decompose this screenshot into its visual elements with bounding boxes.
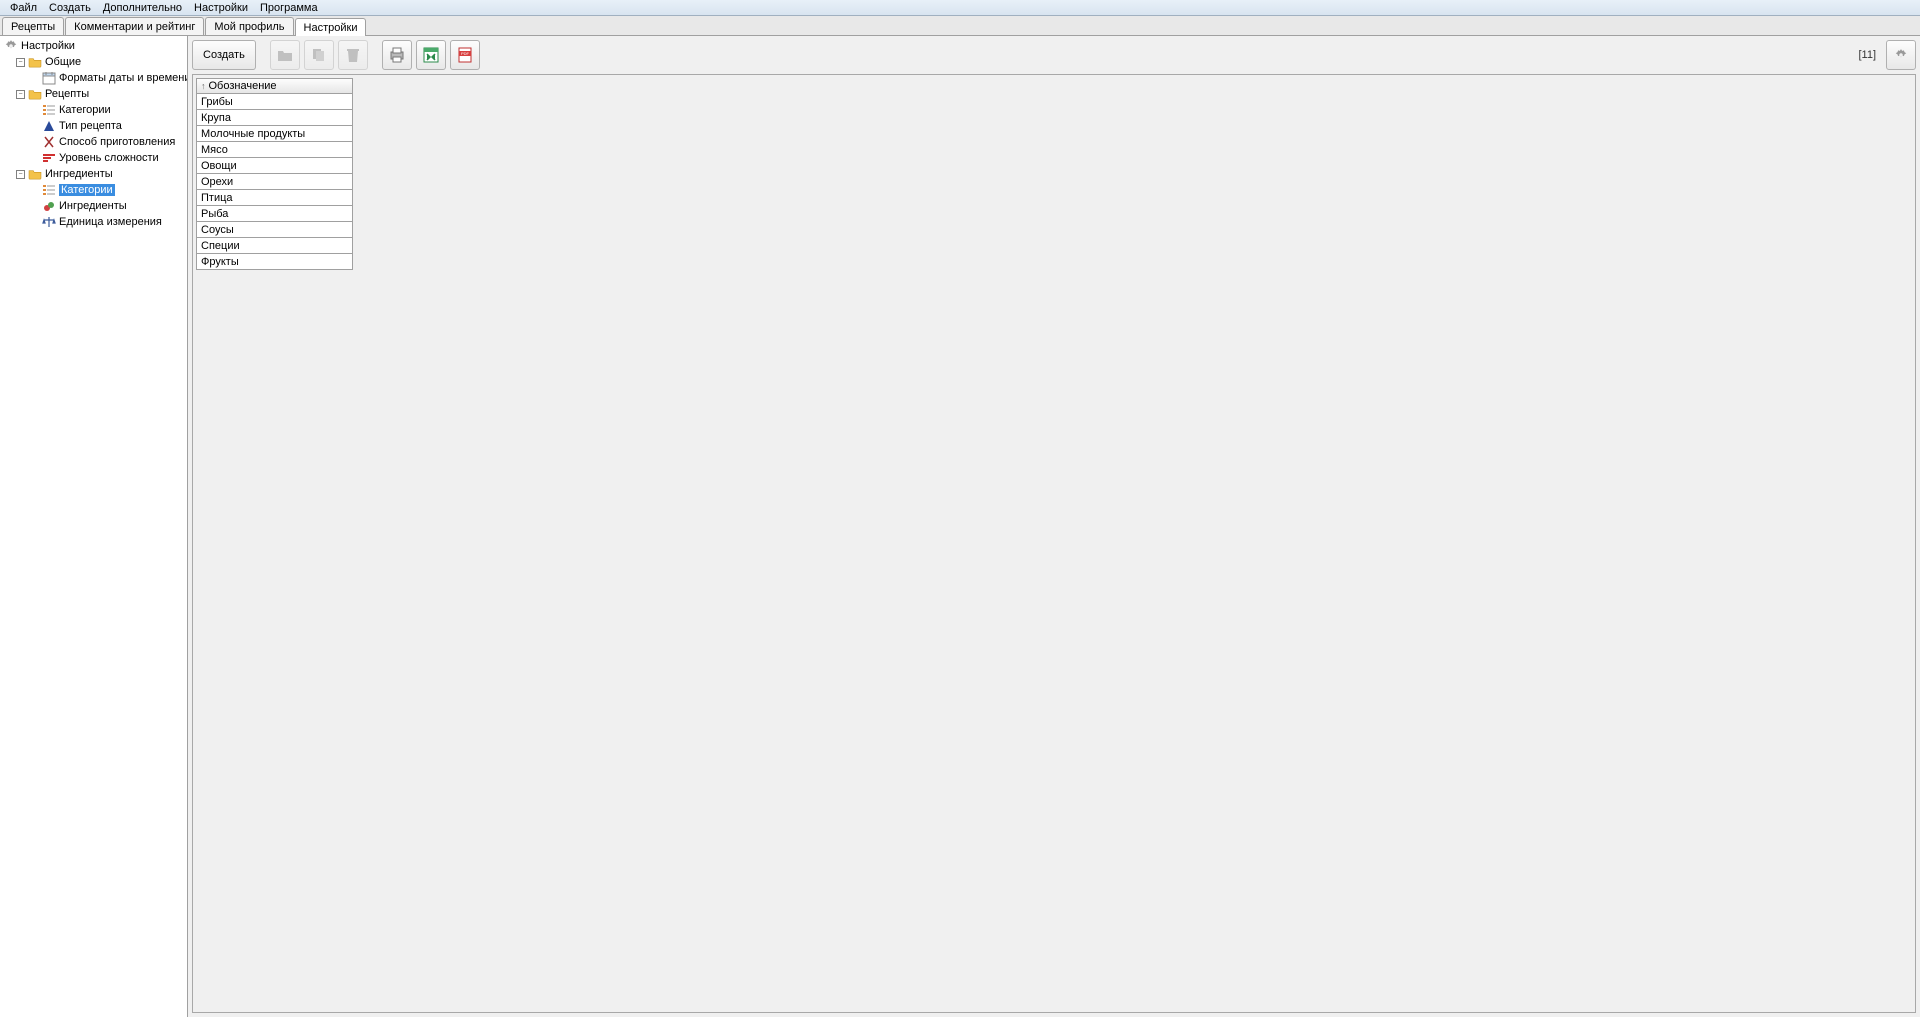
tree-general-date-label: Форматы даты и времени <box>59 72 188 84</box>
calendar-icon <box>42 71 56 85</box>
tree-recipes[interactable]: − Рецепты <box>2 86 185 102</box>
pdf-icon: PDF <box>456 46 474 64</box>
tree-recipes-categories-label: Категории <box>59 104 111 116</box>
toolbar: Создать PDF [11] <box>192 40 1916 70</box>
scale-icon <box>42 215 56 229</box>
tabbar: Рецепты Комментарии и рейтинг Мой профил… <box>0 16 1920 36</box>
menu-create[interactable]: Создать <box>43 2 97 14</box>
trash-icon <box>344 46 362 64</box>
print-button[interactable] <box>382 40 412 70</box>
menu-settings[interactable]: Настройки <box>188 2 254 14</box>
menu-program[interactable]: Программа <box>254 2 324 14</box>
content-panel: ↑ Обозначение Грибы Крупа Молочные проду… <box>192 74 1916 1013</box>
menu-file[interactable]: Файл <box>4 2 43 14</box>
tab-comments[interactable]: Комментарии и рейтинг <box>65 17 204 35</box>
column-header-label: Обозначение <box>209 80 277 92</box>
collapse-icon[interactable]: − <box>16 58 25 67</box>
tree-recipes-label: Рецепты <box>45 88 89 100</box>
table-row[interactable]: Мясо <box>196 142 353 158</box>
tree-recipes-type-label: Тип рецепта <box>59 120 122 132</box>
tree-root-label: Настройки <box>21 40 75 52</box>
table-row[interactable]: Молочные продукты <box>196 126 353 142</box>
tree-ingredients-list[interactable]: Ингредиенты <box>2 198 185 214</box>
tree-recipes-level-label: Уровень сложности <box>59 152 159 164</box>
list-icon <box>42 103 56 117</box>
open-button[interactable] <box>270 40 300 70</box>
ingredients-icon <box>42 199 56 213</box>
copy-button[interactable] <box>304 40 334 70</box>
table-row[interactable]: Соусы <box>196 222 353 238</box>
gear-icon <box>1894 48 1908 62</box>
tree-ingredients-unit-label: Единица измерения <box>59 216 162 228</box>
tree-recipes-method-label: Способ приготовления <box>59 136 175 148</box>
folder-open-icon <box>276 46 294 64</box>
settings-button[interactable] <box>1886 40 1916 70</box>
export-excel-button[interactable] <box>416 40 446 70</box>
tree-ingredients-categories[interactable]: Категории <box>2 182 185 198</box>
table-row[interactable]: Орехи <box>196 174 353 190</box>
collapse-icon[interactable]: − <box>16 90 25 99</box>
tree-general-date[interactable]: Форматы даты и времени <box>2 70 185 86</box>
tree-ingredients[interactable]: − Ингредиенты <box>2 166 185 182</box>
menu-additional[interactable]: Дополнительно <box>97 2 188 14</box>
collapse-icon[interactable]: − <box>16 170 25 179</box>
tree-recipes-method[interactable]: Способ приготовления <box>2 134 185 150</box>
tree-ingredients-categories-label: Категории <box>59 184 115 196</box>
tree-root[interactable]: Настройки <box>2 38 185 54</box>
copy-icon <box>310 46 328 64</box>
tab-recipes[interactable]: Рецепты <box>2 17 64 35</box>
tree-general[interactable]: − Общие <box>2 54 185 70</box>
tree-ingredients-list-label: Ингредиенты <box>59 200 127 212</box>
tab-profile[interactable]: Мой профиль <box>205 17 293 35</box>
tree-general-label: Общие <box>45 56 81 68</box>
sidebar-tree: Настройки − Общие Форматы даты и времени… <box>0 36 188 1017</box>
folder-icon <box>28 87 42 101</box>
main-panel: Создать PDF [11] <box>188 36 1920 1017</box>
table-row[interactable]: Грибы <box>196 94 353 110</box>
utensils-icon <box>42 135 56 149</box>
table-row[interactable]: Овощи <box>196 158 353 174</box>
table-row[interactable]: Специи <box>196 238 353 254</box>
table-row[interactable]: Фрукты <box>196 254 353 270</box>
printer-icon <box>388 46 406 64</box>
menubar: Файл Создать Дополнительно Настройки Про… <box>0 0 1920 16</box>
create-button[interactable]: Создать <box>192 40 256 70</box>
delete-button[interactable] <box>338 40 368 70</box>
tree-recipes-categories[interactable]: Категории <box>2 102 185 118</box>
column-header[interactable]: ↑ Обозначение <box>196 78 353 94</box>
record-count: [11] <box>1858 49 1876 61</box>
folder-icon <box>28 55 42 69</box>
sort-asc-icon: ↑ <box>201 81 206 91</box>
table-row[interactable]: Рыба <box>196 206 353 222</box>
table-row[interactable]: Крупа <box>196 110 353 126</box>
list-icon <box>42 183 56 197</box>
table-row[interactable]: Птица <box>196 190 353 206</box>
tree-ingredients-label: Ингредиенты <box>45 168 113 180</box>
bars-icon <box>42 151 56 165</box>
tree-ingredients-unit[interactable]: Единица измерения <box>2 214 185 230</box>
gear-icon <box>4 39 18 53</box>
svg-text:PDF: PDF <box>461 51 470 56</box>
tab-settings[interactable]: Настройки <box>295 18 367 36</box>
excel-icon <box>422 46 440 64</box>
tree-recipes-level[interactable]: Уровень сложности <box>2 150 185 166</box>
tree-recipes-type[interactable]: Тип рецепта <box>2 118 185 134</box>
export-pdf-button[interactable]: PDF <box>450 40 480 70</box>
datatable: ↑ Обозначение Грибы Крупа Молочные проду… <box>196 78 353 270</box>
triangle-icon <box>42 119 56 133</box>
workspace: Настройки − Общие Форматы даты и времени… <box>0 36 1920 1017</box>
folder-icon <box>28 167 42 181</box>
